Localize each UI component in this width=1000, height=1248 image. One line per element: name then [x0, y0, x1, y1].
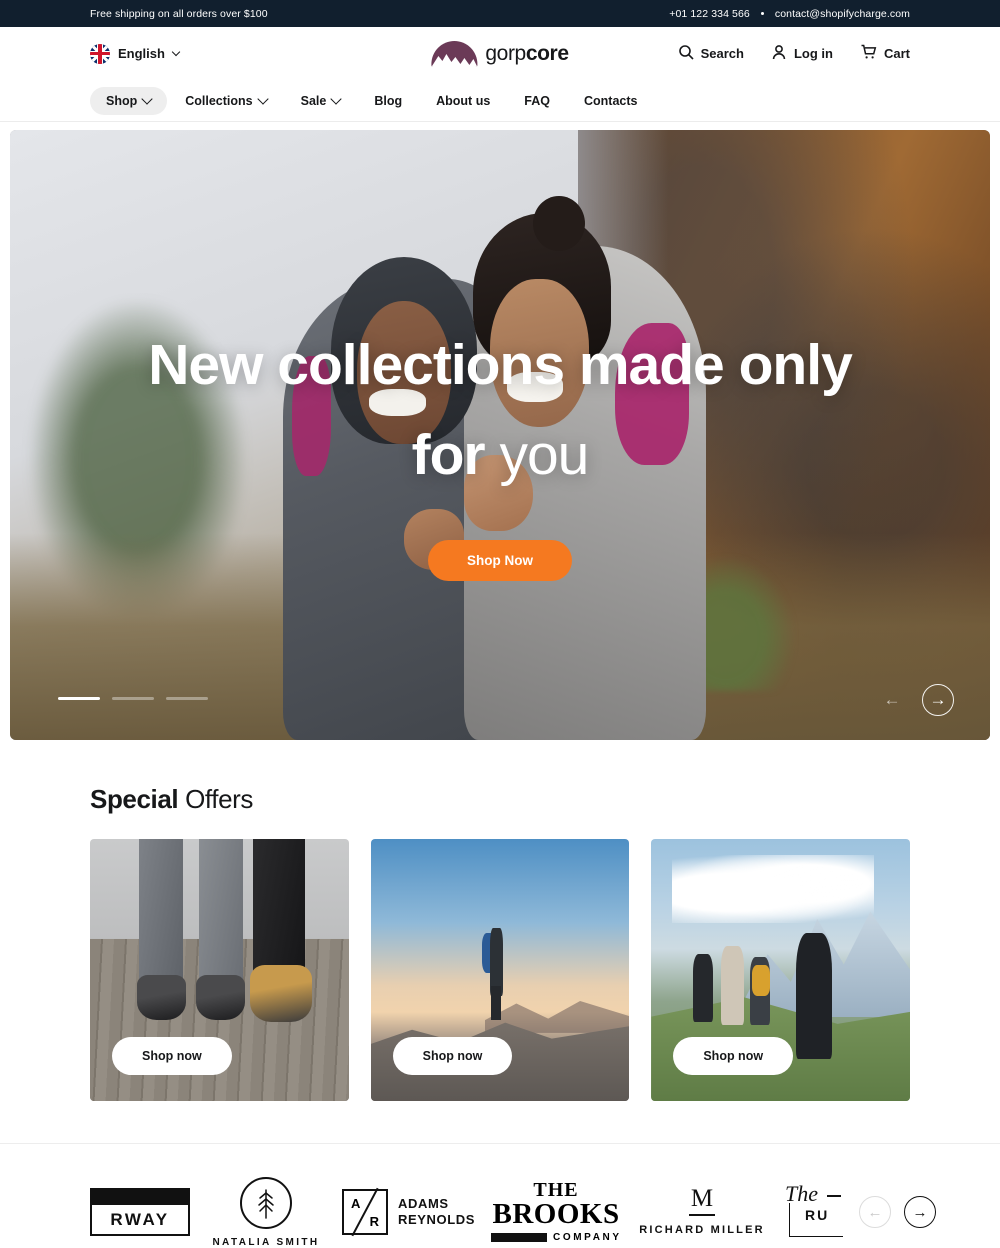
- chevron-down-icon: [330, 92, 343, 105]
- section-title-bold: Special: [90, 784, 179, 814]
- nav-item-blog[interactable]: Blog: [358, 87, 418, 115]
- brooks-name-label: BROOKS: [492, 1197, 620, 1230]
- offer-cards: Shop now Shop now Shop now: [90, 839, 911, 1101]
- site-logo[interactable]: gorpcore: [431, 40, 569, 67]
- search-button[interactable]: Search: [678, 44, 744, 63]
- offer-card-3[interactable]: Shop now: [651, 839, 911, 1101]
- hero-slider-controls: ← →: [876, 684, 954, 716]
- rway-label: RWAY: [110, 1210, 170, 1229]
- slider-indicator-2[interactable]: [112, 697, 154, 700]
- brand-logos-carousel: RWAY NATALIA SMITH A R ADAMS REYNOLDS TH…: [0, 1144, 1000, 1248]
- announcement-bar: Free shipping on all orders over $100 +0…: [0, 0, 1000, 27]
- the-ru-dash: [827, 1195, 842, 1197]
- brand-prev-arrow-icon[interactable]: ←: [859, 1196, 892, 1228]
- chevron-down-icon: [256, 92, 269, 105]
- cart-icon: [860, 44, 877, 63]
- brand-logo-rway[interactable]: RWAY: [90, 1188, 190, 1236]
- richard-miller-monogram: M: [690, 1184, 714, 1212]
- tree-icon: [240, 1176, 292, 1229]
- nav-label: Collections: [185, 93, 253, 108]
- search-icon: [678, 44, 694, 63]
- header-actions: Search Log in Cart: [678, 44, 910, 63]
- adams-label: ADAMS: [398, 1196, 449, 1212]
- ar-monogram-icon: A R: [342, 1187, 388, 1237]
- separator-dot: [760, 12, 764, 15]
- chevron-down-icon: [141, 92, 153, 105]
- nav-item-sale[interactable]: Sale: [285, 87, 357, 115]
- chevron-down-icon: [171, 47, 181, 56]
- special-offers-section: Special Offers Shop now Shop now Shop no…: [0, 740, 1000, 1101]
- hero-prev-arrow-icon[interactable]: ←: [876, 684, 908, 716]
- main-navigation: Shop Collections Sale Blog About us FAQ …: [0, 80, 1000, 122]
- offer-card-2-shop-now-button[interactable]: Shop now: [392, 1037, 513, 1075]
- ar-letter-a: A: [351, 1196, 361, 1211]
- nav-item-collections[interactable]: Collections: [169, 87, 282, 115]
- login-label: Log in: [793, 46, 833, 61]
- brooks-bar: [491, 1232, 548, 1242]
- brand-logo-adams-reynolds[interactable]: A R ADAMS REYNOLDS: [342, 1187, 476, 1237]
- the-ru-rest-label: RU: [805, 1207, 830, 1223]
- language-label: English: [118, 46, 165, 61]
- search-label: Search: [700, 46, 744, 61]
- brooks-company-label: COMPANY: [553, 1231, 622, 1243]
- hero-slider-indicators[interactable]: [58, 697, 208, 700]
- nav-label: Shop: [106, 93, 138, 108]
- nav-item-about-us[interactable]: About us: [420, 87, 506, 115]
- nav-label: FAQ: [524, 93, 550, 108]
- nav-label: Sale: [300, 93, 327, 108]
- shipping-message: Free shipping on all orders over $100: [90, 7, 268, 20]
- user-icon: [771, 44, 787, 63]
- nav-label: About us: [436, 93, 491, 108]
- nav-item-shop[interactable]: Shop: [90, 86, 168, 115]
- reynolds-label: REYNOLDS: [398, 1212, 476, 1227]
- ar-letter-r: R: [369, 1214, 379, 1229]
- the-ru-script-label: The: [785, 1181, 819, 1206]
- section-title-thin: Offers: [178, 784, 254, 814]
- offer-card-2[interactable]: Shop now: [370, 839, 630, 1101]
- richard-miller-label: RICHARD MILLER: [639, 1224, 765, 1237]
- login-button[interactable]: Log in: [771, 44, 833, 63]
- logo-text-bold: core: [525, 41, 569, 65]
- brand-logo-natalia-smith[interactable]: NATALIA SMITH: [206, 1176, 326, 1248]
- richard-miller-underline: [689, 1214, 716, 1217]
- slider-indicator-3[interactable]: [166, 697, 208, 700]
- hero-title-thin: you: [499, 423, 589, 488]
- slider-indicator-1[interactable]: [58, 697, 100, 700]
- language-selector[interactable]: English: [90, 43, 181, 64]
- brand-logo-richard-miller[interactable]: M RICHARD MILLER: [637, 1184, 767, 1237]
- brand-next-arrow-icon[interactable]: →: [904, 1196, 937, 1228]
- offer-card-3-shop-now-button[interactable]: Shop now: [673, 1037, 794, 1075]
- offer-card-1-shop-now-button[interactable]: Shop now: [112, 1037, 232, 1075]
- nav-item-faq[interactable]: FAQ: [508, 87, 566, 115]
- rway-bar: [90, 1188, 190, 1205]
- cart-button[interactable]: Cart: [860, 44, 910, 63]
- brand-logo-the-brooks-company[interactable]: THE BROOKS COMPANY: [491, 1180, 622, 1243]
- brand-carousel-controls: ← →: [859, 1196, 937, 1228]
- brand-logo-the-ru[interactable]: The RU: [783, 1181, 844, 1243]
- mountain-logo-icon: [431, 40, 478, 67]
- natalia-smith-label: NATALIA SMITH: [212, 1236, 320, 1248]
- nav-label: Blog: [374, 93, 403, 108]
- email-address[interactable]: contact@shopifycharge.com: [775, 8, 910, 20]
- logo-text: gorpcore: [485, 41, 569, 66]
- uk-flag-icon: [90, 43, 110, 64]
- logo-text-light: gorp: [485, 41, 526, 65]
- offer-card-1[interactable]: Shop now: [90, 839, 349, 1101]
- hero-title: New collections made only for you: [120, 320, 880, 500]
- section-title: Special Offers: [90, 784, 910, 815]
- phone-number[interactable]: +01 122 334 566: [669, 8, 750, 20]
- nav-item-contacts[interactable]: Contacts: [568, 87, 653, 115]
- nav-label: Contacts: [584, 93, 638, 108]
- hero-banner: New collections made only for you Shop N…: [10, 130, 990, 740]
- hero-shop-now-button[interactable]: Shop Now: [428, 540, 572, 582]
- hero-next-arrow-icon[interactable]: →: [922, 684, 954, 716]
- site-header: English gorpcore Search Log in Cart: [0, 27, 1000, 80]
- cart-label: Cart: [883, 46, 910, 61]
